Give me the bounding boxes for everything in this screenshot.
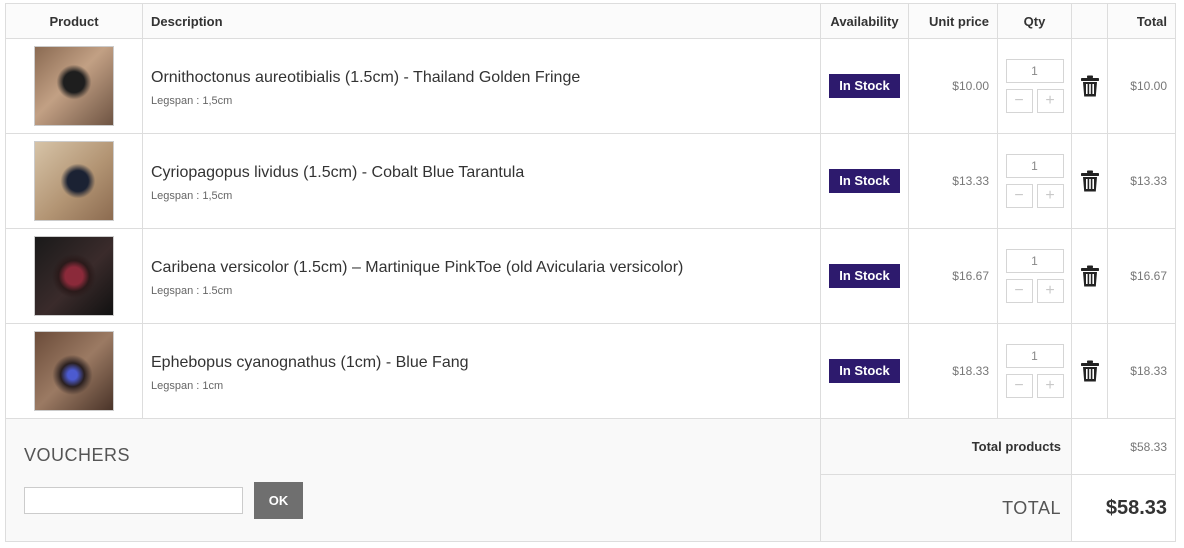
cart-header-row: Product Description Availability Unit pr…	[5, 3, 1176, 39]
cart-item-row: Ephebopus cyanognathus (1cm) - Blue Fang…	[5, 323, 1176, 419]
qty-cell: − +	[997, 323, 1072, 419]
quantity-stepper: − +	[1005, 154, 1064, 208]
line-total: $16.67	[1107, 228, 1176, 324]
in-stock-badge: In Stock	[829, 264, 900, 288]
quantity-decrease-button[interactable]: −	[1005, 374, 1033, 398]
quantity-decrease-button[interactable]: −	[1005, 279, 1033, 303]
header-product: Product	[5, 3, 143, 39]
grand-total-value: $58.33	[1071, 474, 1176, 542]
header-delete	[1071, 3, 1108, 39]
availability-cell: In Stock	[820, 323, 909, 419]
unit-price: $18.33	[908, 323, 998, 419]
header-qty: Qty	[997, 3, 1072, 39]
quantity-buttons: − +	[1005, 374, 1064, 398]
quantity-stepper: − +	[1005, 249, 1064, 303]
trash-icon[interactable]	[1080, 75, 1099, 97]
in-stock-badge: In Stock	[829, 359, 900, 383]
product-attribute: Legspan : 1,5cm	[151, 95, 233, 107]
quantity-input[interactable]	[1005, 59, 1064, 83]
quantity-increase-button[interactable]: +	[1036, 374, 1064, 398]
availability-cell: In Stock	[820, 133, 909, 229]
header-availability: Availability	[820, 3, 909, 39]
availability-cell: In Stock	[820, 38, 909, 134]
product-description-cell: Ornithoctonus aureotibialis (1.5cm) - Th…	[142, 38, 821, 134]
qty-cell: − +	[997, 38, 1072, 134]
product-description-cell: Cyriopagopus lividus (1.5cm) - Cobalt Bl…	[142, 133, 821, 229]
quantity-decrease-button[interactable]: −	[1005, 184, 1033, 208]
product-name-link[interactable]: Ephebopus cyanognathus (1cm) - Blue Fang	[151, 354, 812, 372]
product-image-cell	[5, 38, 143, 134]
cart-item-row: Caribena versicolor (1.5cm) – Martinique…	[5, 228, 1176, 324]
delete-cell	[1071, 133, 1108, 229]
line-total: $18.33	[1107, 323, 1176, 419]
product-image[interactable]	[34, 141, 114, 221]
quantity-buttons: − +	[1005, 89, 1064, 113]
voucher-ok-button[interactable]: OK	[254, 482, 303, 519]
total-products-label: Total products	[820, 418, 1072, 475]
quantity-decrease-button[interactable]: −	[1005, 89, 1033, 113]
cart-item-row: Cyriopagopus lividus (1.5cm) - Cobalt Bl…	[5, 133, 1176, 229]
product-name-link[interactable]: Caribena versicolor (1.5cm) – Martinique…	[151, 259, 812, 277]
summary-row-products: VOUCHERS OK Total products $58.33	[5, 418, 1176, 542]
voucher-code-input[interactable]	[24, 487, 243, 514]
product-attribute: Legspan : 1cm	[151, 380, 224, 392]
cart-table: Product Description Availability Unit pr…	[5, 3, 1176, 542]
quantity-stepper: − +	[1005, 59, 1064, 113]
unit-price: $10.00	[908, 38, 998, 134]
unit-price: $16.67	[908, 228, 998, 324]
trash-icon[interactable]	[1080, 170, 1099, 192]
qty-cell: − +	[997, 133, 1072, 229]
vouchers-title: VOUCHERS	[24, 445, 131, 465]
quantity-increase-button[interactable]: +	[1036, 279, 1064, 303]
product-attribute: Legspan : 1,5cm	[151, 190, 233, 202]
line-total: $10.00	[1107, 38, 1176, 134]
product-image[interactable]	[34, 236, 114, 316]
in-stock-badge: In Stock	[829, 169, 900, 193]
product-name-link[interactable]: Ornithoctonus aureotibialis (1.5cm) - Th…	[151, 69, 812, 87]
quantity-input[interactable]	[1005, 344, 1064, 368]
product-image[interactable]	[34, 331, 114, 411]
product-image-cell	[5, 228, 143, 324]
grand-total-label: TOTAL	[820, 474, 1072, 542]
cart-item-row: Ornithoctonus aureotibialis (1.5cm) - Th…	[5, 38, 1176, 134]
cart-items: Ornithoctonus aureotibialis (1.5cm) - Th…	[5, 38, 1176, 419]
vouchers-section: VOUCHERS OK	[5, 418, 821, 542]
in-stock-badge: In Stock	[829, 74, 900, 98]
quantity-buttons: − +	[1005, 279, 1064, 303]
availability-cell: In Stock	[820, 228, 909, 324]
product-attribute: Legspan : 1.5cm	[151, 285, 233, 297]
header-unit-price: Unit price	[908, 3, 998, 39]
trash-icon[interactable]	[1080, 360, 1099, 382]
delete-cell	[1071, 323, 1108, 419]
product-description-cell: Ephebopus cyanognathus (1cm) - Blue Fang…	[142, 323, 821, 419]
line-total: $13.33	[1107, 133, 1176, 229]
qty-cell: − +	[997, 228, 1072, 324]
quantity-input[interactable]	[1005, 249, 1064, 273]
delete-cell	[1071, 38, 1108, 134]
product-image[interactable]	[34, 46, 114, 126]
quantity-increase-button[interactable]: +	[1036, 89, 1064, 113]
delete-cell	[1071, 228, 1108, 324]
product-name-link[interactable]: Cyriopagopus lividus (1.5cm) - Cobalt Bl…	[151, 164, 812, 182]
quantity-input[interactable]	[1005, 154, 1064, 178]
quantity-stepper: − +	[1005, 344, 1064, 398]
quantity-increase-button[interactable]: +	[1036, 184, 1064, 208]
unit-price: $13.33	[908, 133, 998, 229]
trash-icon[interactable]	[1080, 265, 1099, 287]
product-image-cell	[5, 133, 143, 229]
product-image-cell	[5, 323, 143, 419]
product-description-cell: Caribena versicolor (1.5cm) – Martinique…	[142, 228, 821, 324]
total-products-value: $58.33	[1071, 418, 1176, 475]
voucher-form: OK	[24, 482, 802, 519]
header-total: Total	[1107, 3, 1176, 39]
quantity-buttons: − +	[1005, 184, 1064, 208]
header-description: Description	[142, 3, 821, 39]
